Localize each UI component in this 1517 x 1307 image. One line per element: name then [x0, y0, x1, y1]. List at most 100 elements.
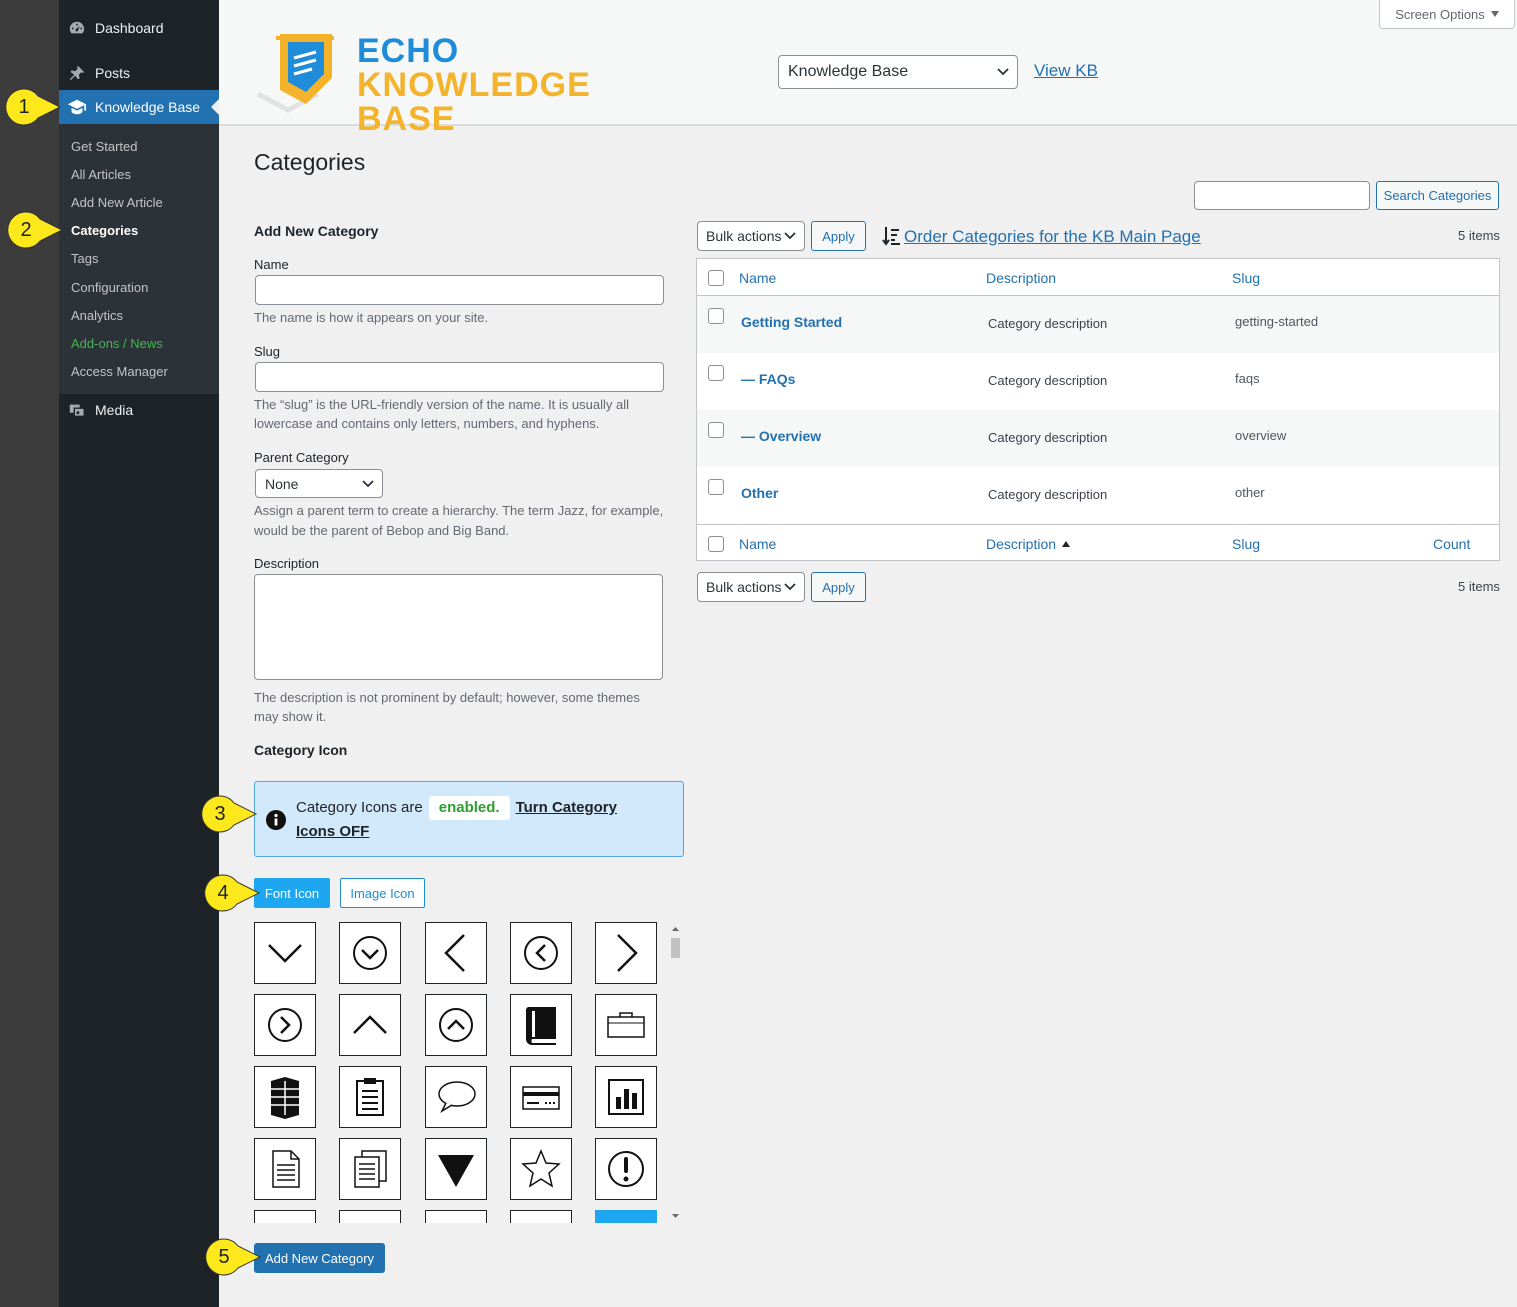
circle-chevron-up-icon-option[interactable] — [425, 994, 487, 1056]
column-name-header[interactable]: Name — [739, 270, 776, 286]
chevron-up-icon-option[interactable] — [339, 994, 401, 1056]
row-name-link[interactable]: — Overview — [741, 428, 821, 444]
callout-2: 2 — [6, 210, 64, 250]
column-description-header[interactable]: Description — [986, 270, 1056, 286]
circle-chevron-down-icon-option[interactable] — [339, 922, 401, 984]
icon-option[interactable] — [339, 1210, 401, 1223]
notice-prefix: Category Icons are — [296, 799, 423, 816]
chevron-down-icon — [268, 944, 302, 963]
document-icon — [272, 1150, 300, 1188]
row-name-link[interactable]: Other — [741, 485, 778, 501]
menu-media[interactable]: Media — [59, 393, 219, 427]
row-checkbox[interactable] — [708, 365, 724, 381]
table-row: Getting Started Category description get… — [697, 296, 1499, 353]
order-categories-link[interactable]: Order Categories for the KB Main Page — [904, 227, 1201, 247]
submenu-add-ons-news[interactable]: Add-ons / News — [71, 336, 163, 351]
chevron-right-icon-option[interactable] — [595, 922, 657, 984]
speech-bubble-icon-option[interactable] — [425, 1066, 487, 1128]
table-row: — FAQs Category description faqs — [697, 353, 1499, 410]
select-all-checkbox[interactable] — [708, 270, 724, 286]
bar-chart-icon-option[interactable] — [595, 1066, 657, 1128]
row-slug: getting-started — [1235, 314, 1319, 329]
column-slug-header[interactable]: Slug — [1232, 270, 1260, 286]
book-icon-option[interactable] — [510, 994, 572, 1056]
sort-asc-icon — [1062, 541, 1070, 547]
slug-input[interactable] — [255, 362, 664, 392]
footer-count-header[interactable]: Count — [1433, 536, 1470, 552]
slug-label: Slug — [254, 344, 281, 359]
row-name-link[interactable]: Getting Started — [741, 314, 842, 330]
parent-category-select[interactable]: None — [255, 469, 383, 498]
clipboard-icon-option[interactable] — [339, 1066, 401, 1128]
submenu-configuration[interactable]: Configuration — [71, 280, 148, 295]
image-icon-tab[interactable]: Image Icon — [340, 878, 425, 908]
chevron-down-icon — [997, 68, 1009, 76]
briefcase-icon-option[interactable] — [595, 994, 657, 1056]
triangle-down-icon-option[interactable] — [425, 1138, 487, 1200]
submenu-get-started[interactable]: Get Started — [71, 139, 137, 154]
submenu-categories[interactable]: Categories — [71, 223, 138, 238]
page-title: Categories — [254, 149, 366, 175]
building-icon — [271, 1077, 299, 1119]
bulk-actions-bottom[interactable]: Bulk actions — [697, 572, 805, 602]
name-input[interactable] — [255, 275, 664, 305]
icon-option[interactable] — [425, 1210, 487, 1223]
icon-picker-grid — [254, 922, 667, 1223]
name-label: Name — [254, 257, 289, 272]
chevron-left-icon-option[interactable] — [425, 922, 487, 984]
circle-chevron-left-icon-option[interactable] — [510, 922, 572, 984]
row-checkbox[interactable] — [708, 479, 724, 495]
building-icon-option[interactable] — [254, 1066, 316, 1128]
submenu-all-articles[interactable]: All Articles — [71, 167, 131, 182]
callout-2-number: 2 — [20, 219, 32, 241]
select-all-footer-checkbox[interactable] — [708, 536, 724, 552]
menu-dashboard[interactable]: Dashboard — [59, 11, 219, 45]
star-icon-option[interactable] — [510, 1138, 572, 1200]
scroll-thumb[interactable] — [671, 938, 680, 958]
footer-name-header[interactable]: Name — [739, 536, 776, 552]
menu-posts[interactable]: Posts — [59, 56, 219, 90]
description-label: Description — [254, 556, 320, 571]
submenu-tags[interactable]: Tags — [71, 251, 98, 266]
credit-card-icon-option[interactable] — [510, 1066, 572, 1128]
callout-3: 3 — [200, 794, 258, 834]
search-categories-input[interactable] — [1194, 181, 1370, 210]
chevron-left-icon — [444, 934, 465, 972]
footer-slug-header[interactable]: Slug — [1232, 536, 1260, 552]
circle-chevron-right-icon-option[interactable] — [254, 994, 316, 1056]
callout-3-number: 3 — [214, 803, 226, 825]
submenu-add-new-article[interactable]: Add New Article — [71, 195, 163, 210]
selected-icon-option[interactable] — [595, 1210, 657, 1223]
add-new-category-button[interactable]: Add New Category — [254, 1243, 385, 1273]
footer-description-header[interactable]: Description — [986, 536, 1056, 552]
font-icon-tab[interactable]: Font Icon — [254, 878, 330, 908]
submenu-access-manager[interactable]: Access Manager — [71, 364, 168, 379]
menu-knowledge-base[interactable]: Knowledge Base — [59, 90, 219, 124]
icon-grid-scrollbar[interactable] — [668, 922, 683, 1223]
row-checkbox[interactable] — [708, 308, 724, 324]
apply-top-button[interactable]: Apply — [811, 221, 866, 251]
bulk-actions-top[interactable]: Bulk actions — [697, 221, 805, 251]
categories-table: Name Description Slug Getting Started Ca… — [696, 258, 1500, 561]
screen-options-label: Screen Options — [1395, 6, 1485, 22]
callout-5: 5 — [204, 1237, 262, 1277]
apply-bottom-button[interactable]: Apply — [811, 572, 866, 602]
row-slug: faqs — [1235, 371, 1260, 386]
submenu-analytics[interactable]: Analytics — [71, 308, 123, 323]
icon-option[interactable] — [254, 1210, 316, 1223]
search-categories-button[interactable]: Search Categories — [1376, 181, 1499, 210]
screen-options-button[interactable]: Screen Options — [1379, 0, 1515, 29]
exclamation-circle-icon-option[interactable] — [595, 1138, 657, 1200]
description-textarea[interactable] — [254, 574, 663, 680]
row-name-link[interactable]: — FAQs — [741, 371, 795, 387]
icon-option[interactable] — [510, 1210, 572, 1223]
document-icon-option[interactable] — [254, 1138, 316, 1200]
kb-selector[interactable]: Knowledge Base — [778, 55, 1018, 89]
view-kb-link[interactable]: View KB — [1034, 61, 1098, 81]
parent-help-line2: would be the parent of Bebop and Big Ban… — [254, 523, 510, 538]
exclamation-circle-icon — [608, 1151, 644, 1187]
chevron-right-icon — [617, 934, 638, 972]
row-checkbox[interactable] — [708, 422, 724, 438]
chevron-down-icon-option[interactable] — [254, 922, 316, 984]
documents-icon-option[interactable] — [339, 1138, 401, 1200]
